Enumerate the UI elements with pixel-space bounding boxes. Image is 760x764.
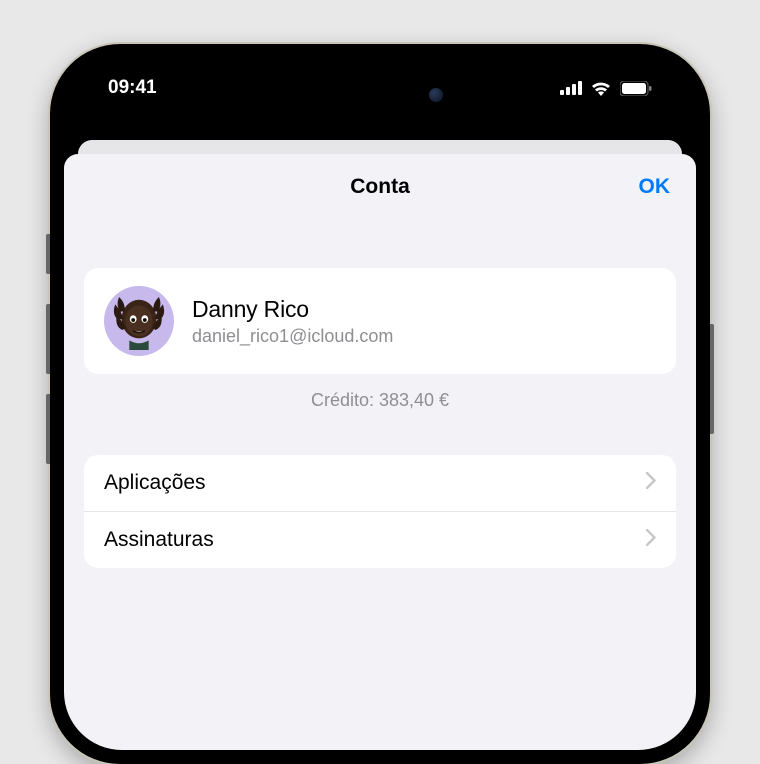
- account-email: daniel_rico1@icloud.com: [192, 326, 393, 347]
- power-button: [710, 324, 714, 434]
- wifi-icon: [590, 80, 612, 96]
- front-camera: [429, 88, 443, 102]
- status-time: 09:41: [108, 77, 157, 99]
- credit-balance: Crédito: 383,40 €: [84, 390, 676, 411]
- chevron-right-icon: [646, 529, 656, 551]
- menu-item-label: Aplicações: [104, 471, 206, 495]
- memoji-icon: [110, 292, 168, 350]
- sheet-title: Conta: [350, 175, 410, 199]
- avatar: [104, 286, 174, 356]
- menu-item-subscriptions[interactable]: Assinaturas: [84, 512, 676, 568]
- menu-item-label: Assinaturas: [104, 528, 214, 552]
- account-name: Danny Rico: [192, 296, 393, 323]
- sheet-header: Conta OK: [84, 154, 676, 220]
- account-info: Danny Rico daniel_rico1@icloud.com: [192, 296, 393, 347]
- chevron-right-icon: [646, 472, 656, 494]
- menu-item-applications[interactable]: Aplicações: [84, 455, 676, 512]
- side-button: [46, 234, 50, 274]
- account-sheet: Conta OK: [64, 154, 696, 750]
- dynamic-island: [305, 76, 455, 114]
- ok-button[interactable]: OK: [639, 175, 671, 199]
- volume-down-button: [46, 394, 50, 464]
- menu-list: Aplicações Assinaturas: [84, 455, 676, 568]
- account-profile-row[interactable]: Danny Rico daniel_rico1@icloud.com: [84, 268, 676, 374]
- volume-up-button: [46, 304, 50, 374]
- battery-icon: [620, 81, 652, 96]
- screen: 09:41: [64, 58, 696, 750]
- iphone-device-frame: 09:41: [50, 44, 710, 764]
- status-indicators: [560, 80, 652, 96]
- cellular-signal-icon: [560, 81, 582, 95]
